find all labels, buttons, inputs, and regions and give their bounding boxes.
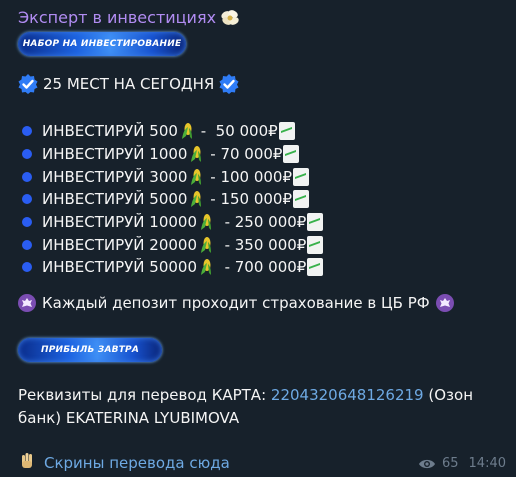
separator: -: [205, 167, 221, 186]
investment-list: ИНВЕСТИРУЙ 500 - 50 000₽ ИНВЕСТИРУЙ 1000…: [20, 120, 324, 279]
screens-link-row[interactable]: Скрины перевода сюда: [18, 451, 230, 475]
chart-up-icon: [278, 122, 295, 141]
investment-amount: ИНВЕСТИРУЙ 5000: [42, 190, 188, 209]
corn-icon: [180, 122, 194, 140]
verified-check-icon: [18, 74, 38, 94]
separator: -: [215, 258, 235, 277]
corn-icon: [189, 190, 203, 208]
requisites-label: Реквизиты для перевод КАРТА:: [18, 386, 267, 404]
recruit-banner-text: НАБОР НА ИНВЕСТИРОВАНИЕ: [22, 39, 182, 49]
investment-row: ИНВЕСТИРУЙ 500 - 50 000₽: [20, 120, 323, 143]
bullet-icon: [22, 239, 32, 250]
investment-amount: ИНВЕСТИРУЙ 500: [42, 122, 178, 141]
payout: 350 000₽: [234, 235, 307, 254]
bullet-icon: [22, 171, 32, 182]
corn-icon: [189, 145, 203, 163]
investment-row: ИНВЕСТИРУЙ 10000 - 250 000₽: [20, 211, 324, 234]
investment-amount: ИНВЕСТИРУЙ 10000: [42, 213, 198, 232]
headline: 25 МЕСТ НА СЕГОДНЯ: [18, 74, 239, 94]
investment-row: ИНВЕСТИРУЙ 3000 - 100 000₽: [20, 165, 323, 188]
bullet-icon: [22, 126, 32, 137]
verified-check-icon: [219, 74, 239, 94]
investment-row: ИНВЕСТИРУЙ 5000 - 150 000₽: [20, 188, 323, 211]
channel-message: Эксперт в инвестициях НАБОР НА ИНВЕСТИРО…: [0, 0, 516, 477]
cb-emblem-icon: [435, 294, 454, 312]
investment-amount: ИНВЕСТИРУЙ 50000: [42, 258, 198, 277]
message-time: 14:40: [468, 456, 506, 471]
corn-icon: [199, 213, 213, 231]
bullet-icon: [22, 194, 32, 205]
channel-title[interactable]: Эксперт в инвестициях: [18, 8, 241, 27]
card-number[interactable]: 2204320648126219: [271, 386, 424, 404]
profit-banner-text: ПРИБЫЛЬ ЗАВТРА: [40, 345, 140, 355]
payout: 100 000₽: [220, 167, 293, 186]
separator: -: [215, 235, 235, 254]
investment-row: ИНВЕСТИРУЙ 50000 - 700 000₽: [20, 256, 324, 279]
screens-link[interactable]: Скрины перевода сюда: [44, 454, 230, 472]
chart-up-icon: [307, 235, 324, 254]
separator: -: [205, 190, 221, 209]
investment-amount: ИНВЕСТИРУЙ 20000: [42, 235, 198, 254]
bullet-icon: [22, 149, 32, 160]
profit-banner: ПРИБЫЛЬ ЗАВТРА: [18, 338, 162, 362]
payout: 50 000₽: [215, 122, 278, 141]
headline-text: 25 МЕСТ НА СЕГОДНЯ: [43, 75, 215, 93]
chart-up-icon: [293, 167, 310, 186]
payout: 250 000₽: [234, 213, 307, 232]
chart-up-icon: [307, 258, 324, 277]
recruit-banner: НАБОР НА ИНВЕСТИРОВАНИЕ: [18, 32, 186, 56]
payout: 150 000₽: [220, 190, 293, 209]
payout: 70 000₽: [220, 145, 283, 164]
investment-row: ИНВЕСТИРУЙ 1000 - 70 000₽: [20, 143, 323, 166]
message-meta: 65 14:40: [418, 456, 506, 471]
separator: -: [195, 122, 216, 141]
bullet-icon: [22, 262, 32, 273]
chart-up-icon: [293, 190, 310, 209]
chart-up-icon: [307, 213, 324, 232]
requisites: Реквизиты для перевод КАРТА: 22043206481…: [18, 384, 498, 430]
channel-title-text: Эксперт в инвестициях: [18, 8, 217, 27]
insurance-line: Каждый депозит проходит страхование в ЦБ…: [18, 294, 454, 312]
investment-row: ИНВЕСТИРУЙ 20000 - 350 000₽: [20, 233, 324, 256]
corn-icon: [189, 168, 203, 186]
insurance-text: Каждый депозит проходит страхование в ЦБ…: [42, 294, 430, 312]
separator: -: [205, 145, 221, 164]
bullet-icon: [22, 217, 32, 228]
flower-icon: [219, 9, 241, 27]
chart-up-icon: [283, 145, 300, 164]
corn-icon: [199, 236, 213, 254]
investment-amount: ИНВЕСТИРУЙ 1000: [42, 145, 188, 164]
cb-emblem-icon: [18, 294, 36, 312]
hand-icon: [18, 451, 38, 475]
views-count: 65: [441, 456, 459, 471]
separator: -: [215, 213, 235, 232]
eye-icon: [418, 458, 436, 470]
payout: 700 000₽: [234, 258, 307, 277]
corn-icon: [199, 258, 213, 276]
investment-amount: ИНВЕСТИРУЙ 3000: [42, 167, 188, 186]
